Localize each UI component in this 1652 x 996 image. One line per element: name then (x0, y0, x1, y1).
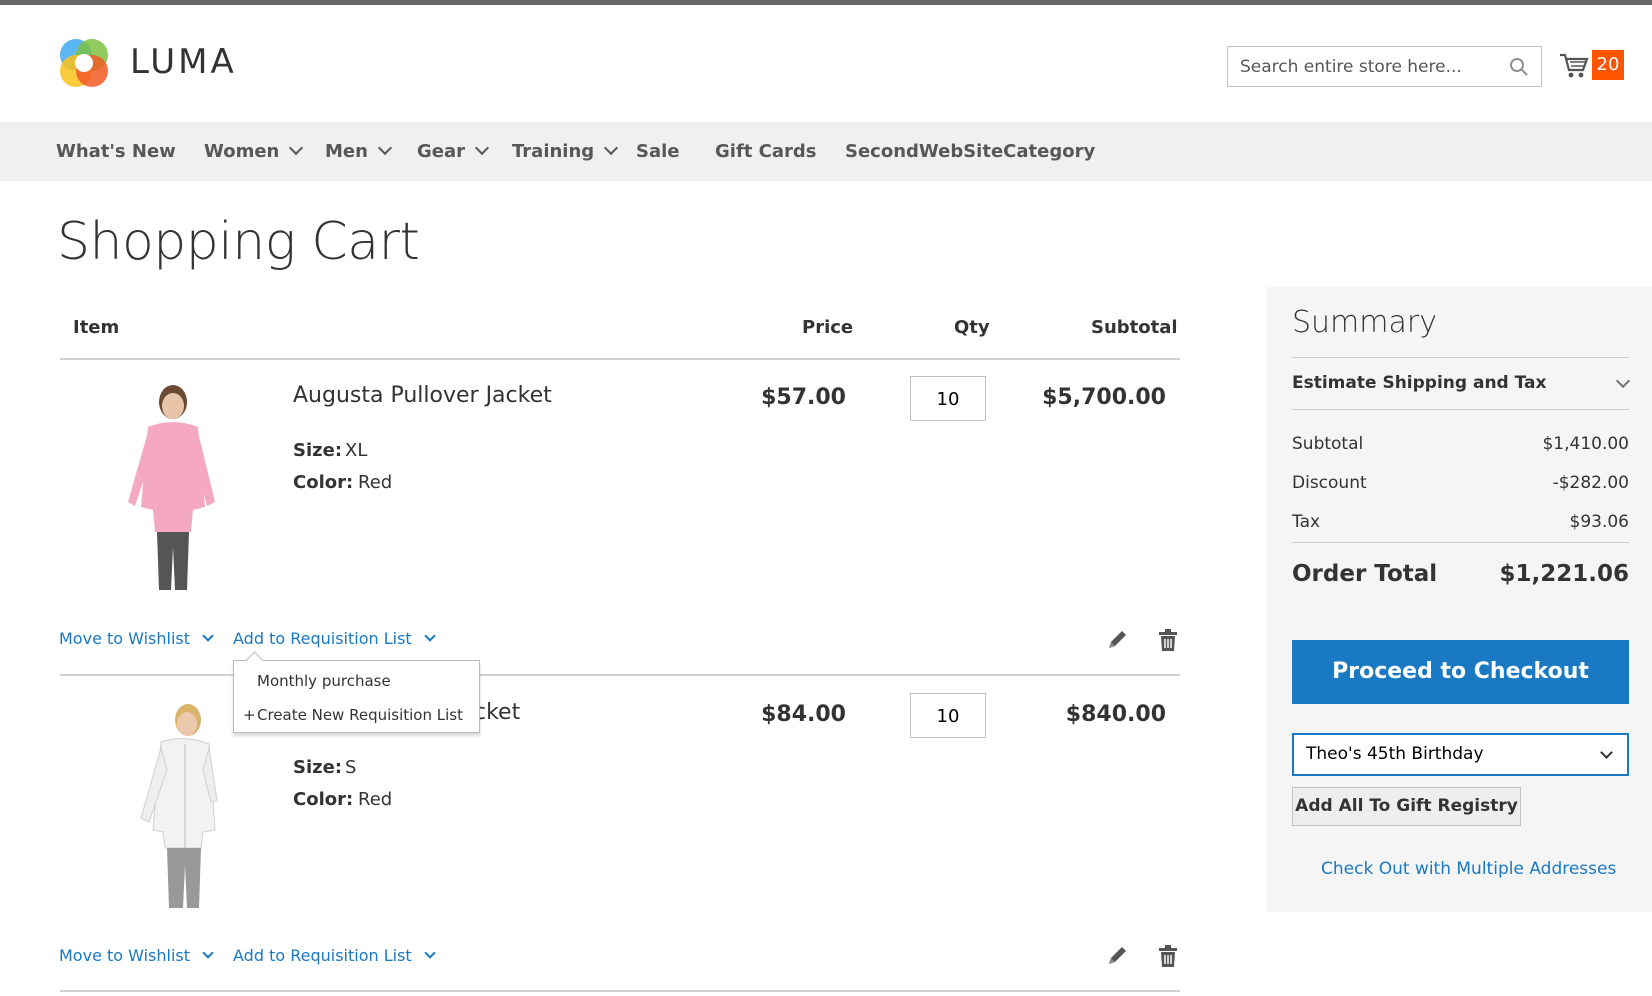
nav-item-sale[interactable]: Sale (636, 141, 680, 162)
proceed-to-checkout-button[interactable]: Proceed to Checkout (1292, 640, 1629, 704)
chevron-down-icon (289, 140, 304, 156)
column-header-qty: Qty (954, 317, 990, 338)
summary-divider (1292, 357, 1629, 358)
chevron-down-icon (424, 630, 436, 642)
nav-label: Training (512, 141, 595, 162)
search-icon[interactable] (1509, 57, 1529, 77)
logo-text[interactable]: LUMA (130, 42, 237, 82)
table-divider (60, 990, 1180, 992)
subtotal-value: $1,410.00 (1542, 434, 1629, 454)
luma-logo-icon[interactable] (56, 35, 112, 91)
add-all-to-gift-registry-button[interactable]: Add All To Gift Registry (1292, 787, 1521, 826)
link-label: Move to Wishlist (59, 946, 191, 965)
create-new-requisition-list-option[interactable]: Create New Requisition List (257, 706, 463, 724)
chevron-down-icon (1600, 746, 1613, 759)
order-total-label: Order Total (1292, 561, 1438, 587)
product-image[interactable] (103, 382, 233, 592)
product-image[interactable] (103, 700, 233, 910)
link-label: Add to Requisition List (233, 946, 412, 965)
link-label: Add to Requisition List (233, 629, 412, 648)
edit-pencil-icon[interactable] (1106, 628, 1128, 652)
chevron-down-icon (424, 947, 436, 959)
size-value: XL (345, 440, 368, 461)
nav-item-training[interactable]: Training (512, 140, 619, 162)
chevron-down-icon (604, 140, 619, 156)
requisition-list-dropdown: Monthly purchase + Create New Requisitio… (233, 660, 480, 733)
discount-label: Discount (1292, 473, 1367, 493)
item-subtotal: $5,700.00 (1042, 385, 1166, 410)
link-label: Move to Wishlist (59, 629, 191, 648)
item-subtotal: $840.00 (1065, 702, 1166, 727)
nav-label: SecondWebSiteCategory (845, 141, 1096, 162)
chevron-down-icon (377, 140, 393, 156)
summary-divider (1292, 409, 1629, 410)
nav-label: What's New (56, 141, 176, 162)
nav-label: Women (204, 141, 280, 162)
column-header-subtotal: Subtotal (1091, 317, 1178, 338)
item-price: $57.00 (761, 385, 846, 410)
nav-item-whats-new[interactable]: What's New (56, 141, 176, 162)
plus-icon: + (243, 706, 256, 724)
size-label: Size: (293, 440, 343, 461)
add-to-requisition-list-link[interactable]: Add to Requisition List (233, 946, 436, 965)
nav-item-second-website-category[interactable]: SecondWebSiteCategory (845, 141, 1095, 162)
size-label: Size: (293, 757, 343, 778)
nav-label: Sale (636, 141, 680, 162)
subtotal-label: Subtotal (1292, 434, 1364, 454)
table-divider (60, 358, 1180, 360)
nav-item-gift-cards[interactable]: Gift Cards (715, 141, 816, 162)
nav-label: Gear (417, 141, 466, 162)
cart-icon[interactable] (1559, 52, 1589, 80)
trash-icon[interactable] (1157, 944, 1179, 968)
trash-icon[interactable] (1157, 628, 1179, 652)
add-to-requisition-list-link[interactable]: Add to Requisition List (233, 629, 436, 648)
requisition-option-monthly-purchase[interactable]: Monthly purchase (257, 672, 391, 690)
nav-item-gear[interactable]: Gear (417, 140, 490, 162)
estimate-shipping-toggle[interactable]: Estimate Shipping and Tax (1292, 373, 1546, 393)
product-name-link[interactable]: cket (474, 700, 520, 725)
move-to-wishlist-link[interactable]: Move to Wishlist (59, 946, 214, 965)
gift-registry-selected-value: Theo's 45th Birthday (1306, 744, 1484, 764)
column-header-item: Item (73, 317, 120, 338)
color-label: Color: (293, 472, 354, 493)
color-label: Color: (293, 789, 354, 810)
search-box[interactable] (1227, 46, 1542, 87)
nav-label: Gift Cards (715, 141, 817, 162)
nav-item-men[interactable]: Men (325, 140, 393, 162)
tax-value: $93.06 (1569, 512, 1629, 532)
move-to-wishlist-link[interactable]: Move to Wishlist (59, 629, 214, 648)
product-name-link[interactable]: Augusta Pullover Jacket (293, 383, 552, 408)
color-value: Red (358, 789, 393, 810)
edit-pencil-icon[interactable] (1106, 944, 1128, 968)
cart-count-badge[interactable]: 20 (1592, 50, 1624, 80)
tax-label: Tax (1292, 512, 1321, 532)
order-summary-panel: Summary Estimate Shipping and Tax Subtot… (1267, 287, 1652, 912)
gift-registry-select[interactable]: Theo's 45th Birthday (1292, 733, 1629, 776)
chevron-down-icon (474, 140, 490, 156)
chevron-down-icon (202, 630, 214, 642)
discount-value: -$282.00 (1552, 473, 1629, 493)
main-navigation: What's New Women Men Gear Training Sale … (0, 122, 1652, 181)
top-border (0, 0, 1652, 5)
table-divider (60, 674, 1180, 676)
checkout-multiple-addresses-link[interactable]: Check Out with Multiple Addresses (1321, 859, 1616, 879)
order-total-value: $1,221.06 (1499, 561, 1630, 587)
nav-label: Men (325, 141, 368, 162)
chevron-down-icon[interactable] (1615, 373, 1631, 389)
chevron-down-icon (202, 947, 214, 959)
size-value: S (345, 757, 357, 778)
page-title: Shopping Cart (57, 212, 420, 272)
color-value: Red (358, 472, 393, 493)
item-price: $84.00 (761, 702, 846, 727)
summary-divider (1292, 542, 1629, 543)
summary-title: Summary (1292, 305, 1437, 340)
nav-item-women[interactable]: Women (204, 140, 304, 162)
column-header-price: Price (802, 317, 854, 338)
search-input[interactable] (1228, 47, 1498, 86)
